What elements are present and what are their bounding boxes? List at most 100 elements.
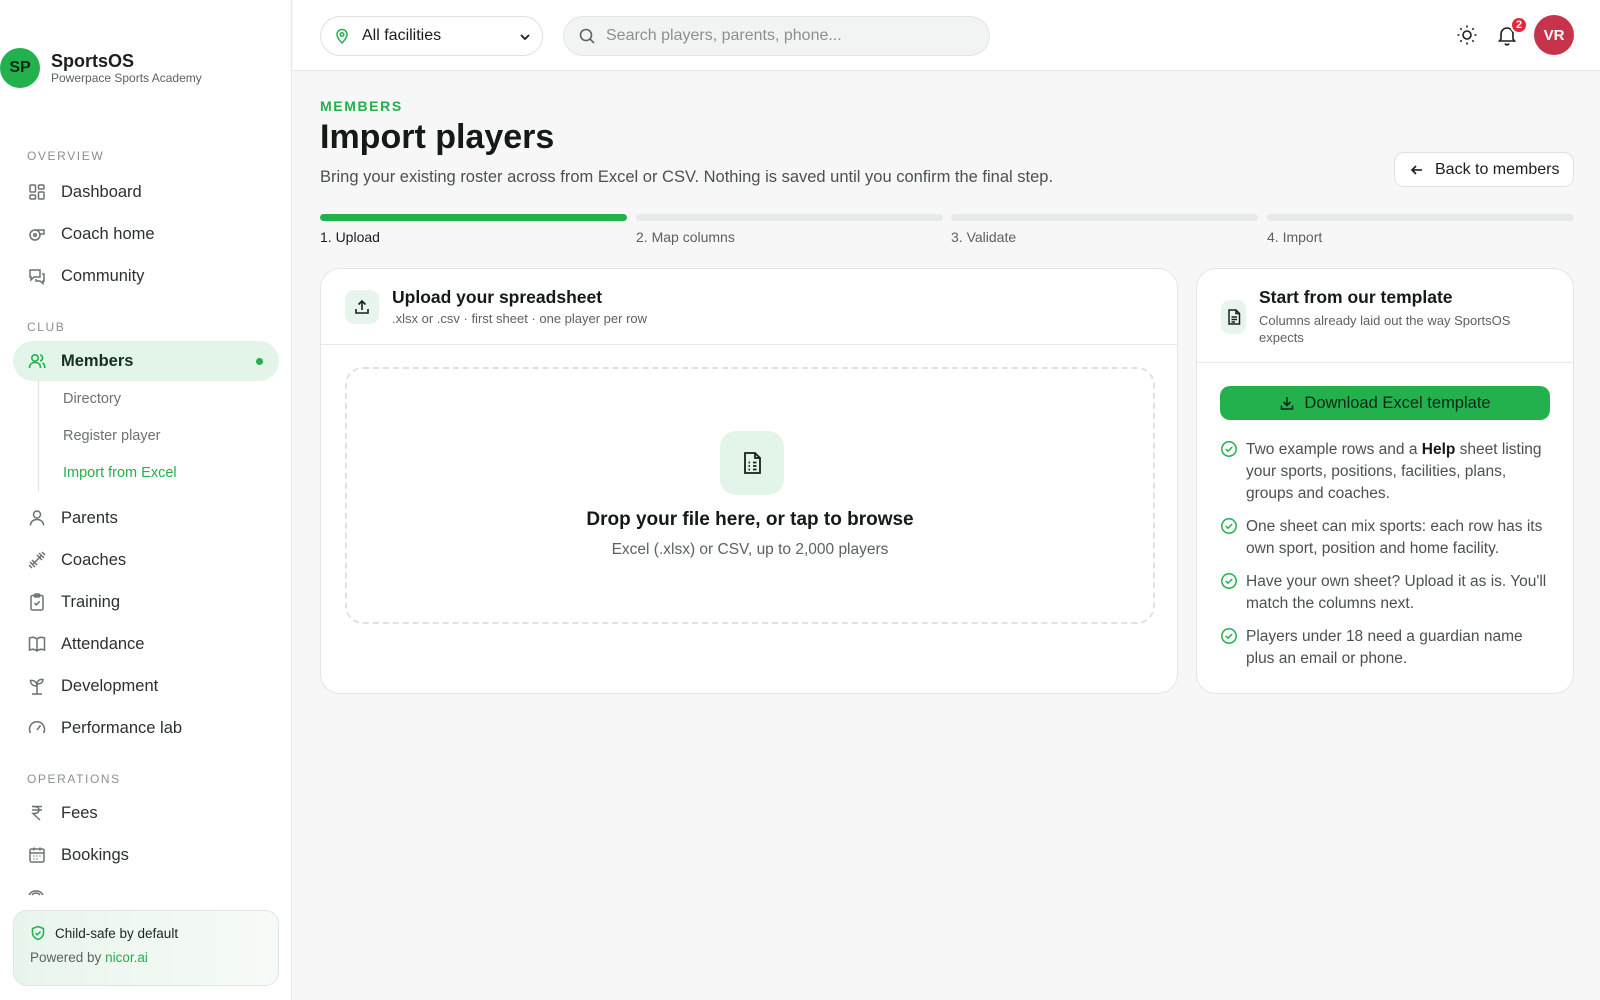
notification-badge: 2 bbox=[1510, 16, 1528, 34]
upload-icon bbox=[345, 289, 379, 324]
members-subnav: Directory Register player Import from Ex… bbox=[38, 380, 258, 491]
file-dropzone[interactable]: Drop your file here, or tap to browse Ex… bbox=[345, 367, 1155, 624]
list-item: One sheet can mix sports: each row has i… bbox=[1220, 516, 1550, 560]
search-bar bbox=[563, 16, 990, 56]
sprout-icon bbox=[27, 676, 47, 696]
page-subtitle: Bring your existing roster across from E… bbox=[320, 168, 1054, 186]
powered-by-link[interactable]: nicor.ai bbox=[105, 950, 148, 965]
avatar[interactable]: VR bbox=[1534, 15, 1574, 55]
upload-card: Upload your spreadsheet .xlsx or .csv · … bbox=[320, 268, 1178, 694]
shield-check-icon bbox=[30, 925, 46, 941]
user-icon bbox=[27, 508, 47, 528]
step-bar bbox=[636, 214, 943, 221]
check-circle-icon bbox=[1220, 572, 1238, 590]
calendar-icon bbox=[27, 845, 47, 865]
clipboard-icon bbox=[27, 592, 47, 612]
subnav-item-import-from-excel[interactable]: Import from Excel bbox=[39, 454, 258, 491]
sidebar-item-label: Members bbox=[61, 351, 134, 370]
sidebar-item-members[interactable]: Members bbox=[13, 341, 279, 381]
sidebar-item-performance-lab[interactable]: Performance lab bbox=[13, 708, 279, 748]
bullet-text: Have your own sheet? Upload it as is. Yo… bbox=[1246, 573, 1547, 612]
book-icon bbox=[27, 634, 47, 654]
sidebar: SP SportsOS Powerpace Sports Academy OVE… bbox=[0, 0, 292, 1000]
sidebar-item-label: Community bbox=[61, 266, 145, 285]
search-input[interactable] bbox=[606, 27, 966, 45]
sidebar-item-label: Coaches bbox=[61, 550, 127, 569]
list-item: Have your own sheet? Upload it as is. Yo… bbox=[1220, 571, 1550, 615]
gauge-icon bbox=[27, 718, 47, 738]
sidebar-item-development[interactable]: Development bbox=[13, 666, 279, 706]
facility-select[interactable]: All facilities bbox=[320, 16, 543, 56]
bullet-text: Players under 18 need a guardian name pl… bbox=[1246, 628, 1523, 667]
sidebar-item-parents[interactable]: Parents bbox=[13, 498, 279, 538]
facility-value: All facilities bbox=[362, 27, 442, 44]
chat-icon bbox=[27, 266, 47, 286]
dropzone-subtitle: Excel (.xlsx) or CSV, up to 2,000 player… bbox=[611, 541, 889, 558]
spreadsheet-file-icon bbox=[720, 431, 784, 495]
sidebar-item-label: Dashboard bbox=[61, 182, 142, 201]
sidebar-item-label: Training bbox=[61, 592, 120, 611]
search-icon bbox=[578, 27, 596, 45]
step-label: 2. Map columns bbox=[636, 229, 735, 245]
step-bar bbox=[1267, 214, 1574, 221]
download-template-button[interactable]: Download Excel template bbox=[1220, 386, 1550, 420]
dropzone-title: Drop your file here, or tap to browse bbox=[586, 509, 914, 530]
sidebar-item-community[interactable]: Community bbox=[13, 256, 279, 296]
users-icon bbox=[27, 351, 47, 371]
list-item: Two example rows and a Help sheet listin… bbox=[1220, 439, 1550, 505]
step-bar bbox=[320, 214, 627, 221]
sidebar-item-label: Attendance bbox=[61, 634, 145, 653]
back-to-members-button[interactable]: Back to members bbox=[1394, 152, 1574, 187]
template-card: Start from our template Columns already … bbox=[1196, 268, 1574, 694]
active-dot bbox=[256, 358, 263, 365]
template-subtitle: Columns already laid out the way SportsO… bbox=[1259, 313, 1511, 345]
brand-academy: Powerpace Sports Academy bbox=[51, 70, 202, 85]
check-circle-icon bbox=[1220, 627, 1238, 645]
page-title: Import players bbox=[320, 118, 555, 156]
topbar: All facilities 2 VR bbox=[293, 0, 1600, 71]
sidebar-item-label: Fees bbox=[61, 803, 98, 822]
sidebar-item-coach-home[interactable]: Coach home bbox=[13, 214, 279, 254]
step-upload: 1. Upload bbox=[320, 214, 627, 245]
upload-title: Upload your spreadsheet bbox=[392, 287, 603, 307]
sidebar-item-label: Bookings bbox=[61, 845, 129, 864]
sidebar-item-bookings[interactable]: Bookings bbox=[13, 835, 279, 875]
template-title: Start from our template bbox=[1259, 287, 1453, 307]
sidebar-item-label: Development bbox=[61, 676, 159, 695]
download-icon bbox=[1279, 395, 1295, 411]
bullet-bold: Help bbox=[1421, 441, 1456, 458]
whistle-icon bbox=[27, 224, 47, 244]
step-label: 1. Upload bbox=[320, 229, 380, 245]
sun-icon[interactable] bbox=[1455, 23, 1479, 47]
rupee-icon bbox=[27, 803, 47, 823]
grid-icon bbox=[27, 182, 47, 202]
step-label: 3. Validate bbox=[951, 229, 1017, 245]
subnav-item-register-player[interactable]: Register player bbox=[39, 417, 258, 454]
template-checklist: Two example rows and a Help sheet listin… bbox=[1220, 439, 1550, 681]
document-icon bbox=[1221, 300, 1246, 334]
bullet-text: One sheet can mix sports: each row has i… bbox=[1246, 518, 1543, 557]
sidebar-item-fees[interactable]: Fees bbox=[13, 793, 279, 833]
check-circle-icon bbox=[1220, 440, 1238, 458]
sidebar-item-dashboard[interactable]: Dashboard bbox=[13, 172, 279, 212]
sidebar-item-partial bbox=[27, 884, 227, 896]
step-bar bbox=[951, 214, 1258, 221]
step-label: 4. Import bbox=[1267, 229, 1323, 245]
section-label-operations: OPERATIONS bbox=[27, 772, 121, 786]
sidebar-item-coaches[interactable]: Coaches bbox=[13, 540, 279, 580]
brand-name: SportsOS bbox=[51, 50, 135, 71]
step-validate: 3. Validate bbox=[951, 214, 1258, 245]
chevron-down-icon bbox=[518, 30, 532, 44]
sidebar-item-attendance[interactable]: Attendance bbox=[13, 624, 279, 664]
section-label-club: CLUB bbox=[27, 320, 66, 334]
subnav-item-directory[interactable]: Directory bbox=[39, 380, 258, 417]
sidebar-item-label: Performance lab bbox=[61, 718, 183, 737]
child-safe-title: Child-safe by default bbox=[55, 925, 179, 941]
sidebar-item-label: Parents bbox=[61, 508, 118, 527]
section-label-overview: OVERVIEW bbox=[27, 149, 105, 163]
sidebar-item-training[interactable]: Training bbox=[13, 582, 279, 622]
child-safe-card: Child-safe by default Powered by nicor.a… bbox=[13, 910, 279, 986]
brand[interactable]: SP SportsOS Powerpace Sports Academy bbox=[0, 48, 202, 88]
step-map-columns: 2. Map columns bbox=[636, 214, 943, 245]
back-label: Back to members bbox=[1435, 160, 1560, 178]
